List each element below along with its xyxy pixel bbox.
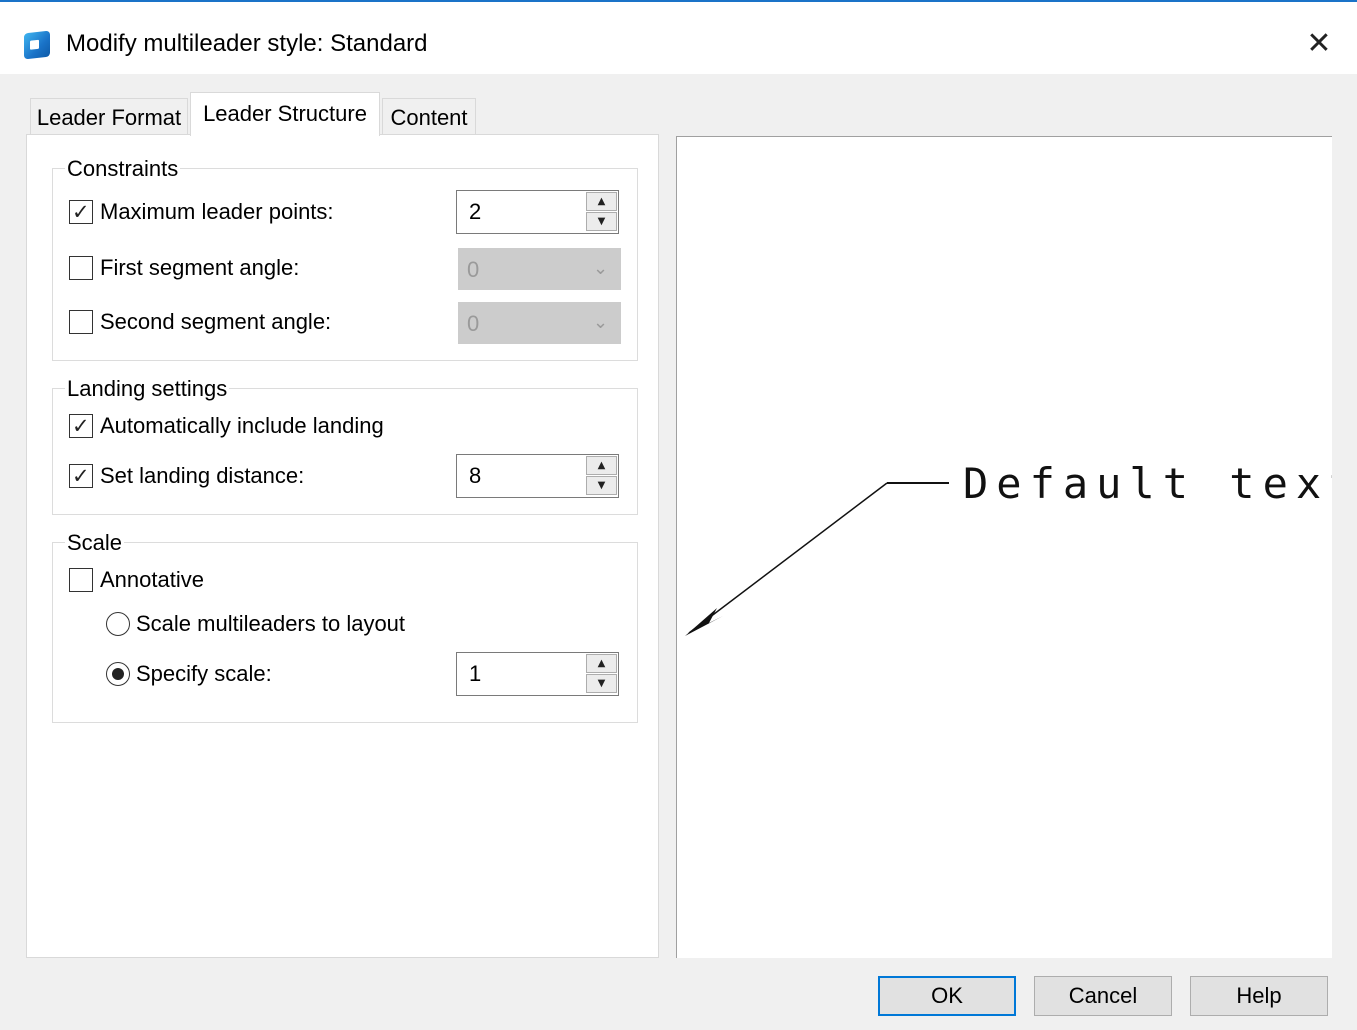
dialog-window: Modify multileader style: Standard ✕ Lea…	[0, 0, 1357, 1030]
auto-include-landing-label: Automatically include landing	[100, 413, 384, 438]
tab-leader-structure[interactable]: Leader Structure	[190, 92, 380, 136]
first-segment-angle-checkbox[interactable]	[69, 256, 93, 280]
landing-distance-spinner[interactable]: 8 ▲ ▼	[456, 454, 619, 498]
cancel-button[interactable]: Cancel	[1034, 976, 1172, 1016]
spinner-value: 1	[469, 661, 482, 686]
tab-leader-format[interactable]: Leader Format	[30, 98, 188, 136]
spin-down-icon[interactable]: ▼	[586, 212, 617, 231]
spin-up-icon[interactable]: ▲	[586, 192, 617, 211]
chevron-down-icon: ⌄	[593, 312, 609, 333]
second-segment-angle-checkbox[interactable]	[69, 310, 93, 334]
help-button[interactable]: Help	[1190, 976, 1328, 1016]
app-icon	[24, 30, 50, 60]
specify-scale-label: Specify scale:	[136, 661, 272, 686]
landing-settings-legend: Landing settings	[65, 375, 230, 403]
spin-down-icon[interactable]: ▼	[586, 674, 617, 693]
annotative-label: Annotative	[100, 567, 204, 592]
max-leader-points-spinner[interactable]: 2 ▲ ▼	[456, 190, 619, 234]
leader-preview-graphic	[685, 482, 949, 636]
set-landing-distance-label: Set landing distance:	[100, 463, 305, 488]
leader-structure-panel: Constraints ✓ Maximum leader points: 2 ▲…	[26, 134, 659, 958]
spin-up-icon[interactable]: ▲	[586, 654, 617, 673]
first-segment-angle-label: First segment angle:	[100, 255, 300, 280]
dropdown-value: 0	[467, 257, 480, 282]
max-leader-points-label: Maximum leader points:	[100, 199, 334, 224]
scale-legend: Scale	[65, 529, 125, 557]
auto-include-landing-checkbox[interactable]: ✓	[69, 414, 93, 438]
max-leader-points-checkbox[interactable]: ✓	[69, 200, 93, 224]
scale-to-layout-radio[interactable]	[106, 612, 130, 636]
annotative-checkbox[interactable]	[69, 568, 93, 592]
set-landing-distance-checkbox[interactable]: ✓	[69, 464, 93, 488]
chevron-down-icon: ⌄	[593, 258, 609, 279]
dropdown-value: 0	[467, 311, 480, 336]
leader-line	[688, 482, 888, 634]
title-bar: Modify multileader style: Standard ✕	[0, 2, 1357, 74]
ok-button[interactable]: OK	[878, 976, 1016, 1016]
spin-up-icon[interactable]: ▲	[586, 456, 617, 475]
scale-to-layout-label: Scale multileaders to layout	[136, 611, 406, 636]
preview-pane: Default text	[676, 136, 1332, 958]
close-icon[interactable]: ✕	[1296, 24, 1342, 64]
radio-selected-dot	[112, 668, 124, 680]
spinner-value: 2	[469, 199, 482, 224]
preview-default-text: Default text	[963, 459, 1332, 508]
second-segment-angle-dropdown[interactable]: 0 ⌄	[458, 302, 621, 344]
tab-content[interactable]: Content	[382, 98, 476, 136]
spinner-value: 8	[469, 463, 482, 488]
first-segment-angle-dropdown[interactable]: 0 ⌄	[458, 248, 621, 290]
specify-scale-radio[interactable]	[106, 662, 130, 686]
dialog-title: Modify multileader style: Standard	[66, 30, 428, 57]
checkmark-icon: ✓	[72, 464, 90, 488]
checkmark-icon: ✓	[72, 200, 90, 224]
second-segment-angle-label: Second segment angle:	[100, 309, 332, 334]
constraints-legend: Constraints	[65, 155, 181, 183]
specify-scale-spinner[interactable]: 1 ▲ ▼	[456, 652, 619, 696]
checkmark-icon: ✓	[72, 414, 90, 438]
spin-down-icon[interactable]: ▼	[586, 476, 617, 495]
